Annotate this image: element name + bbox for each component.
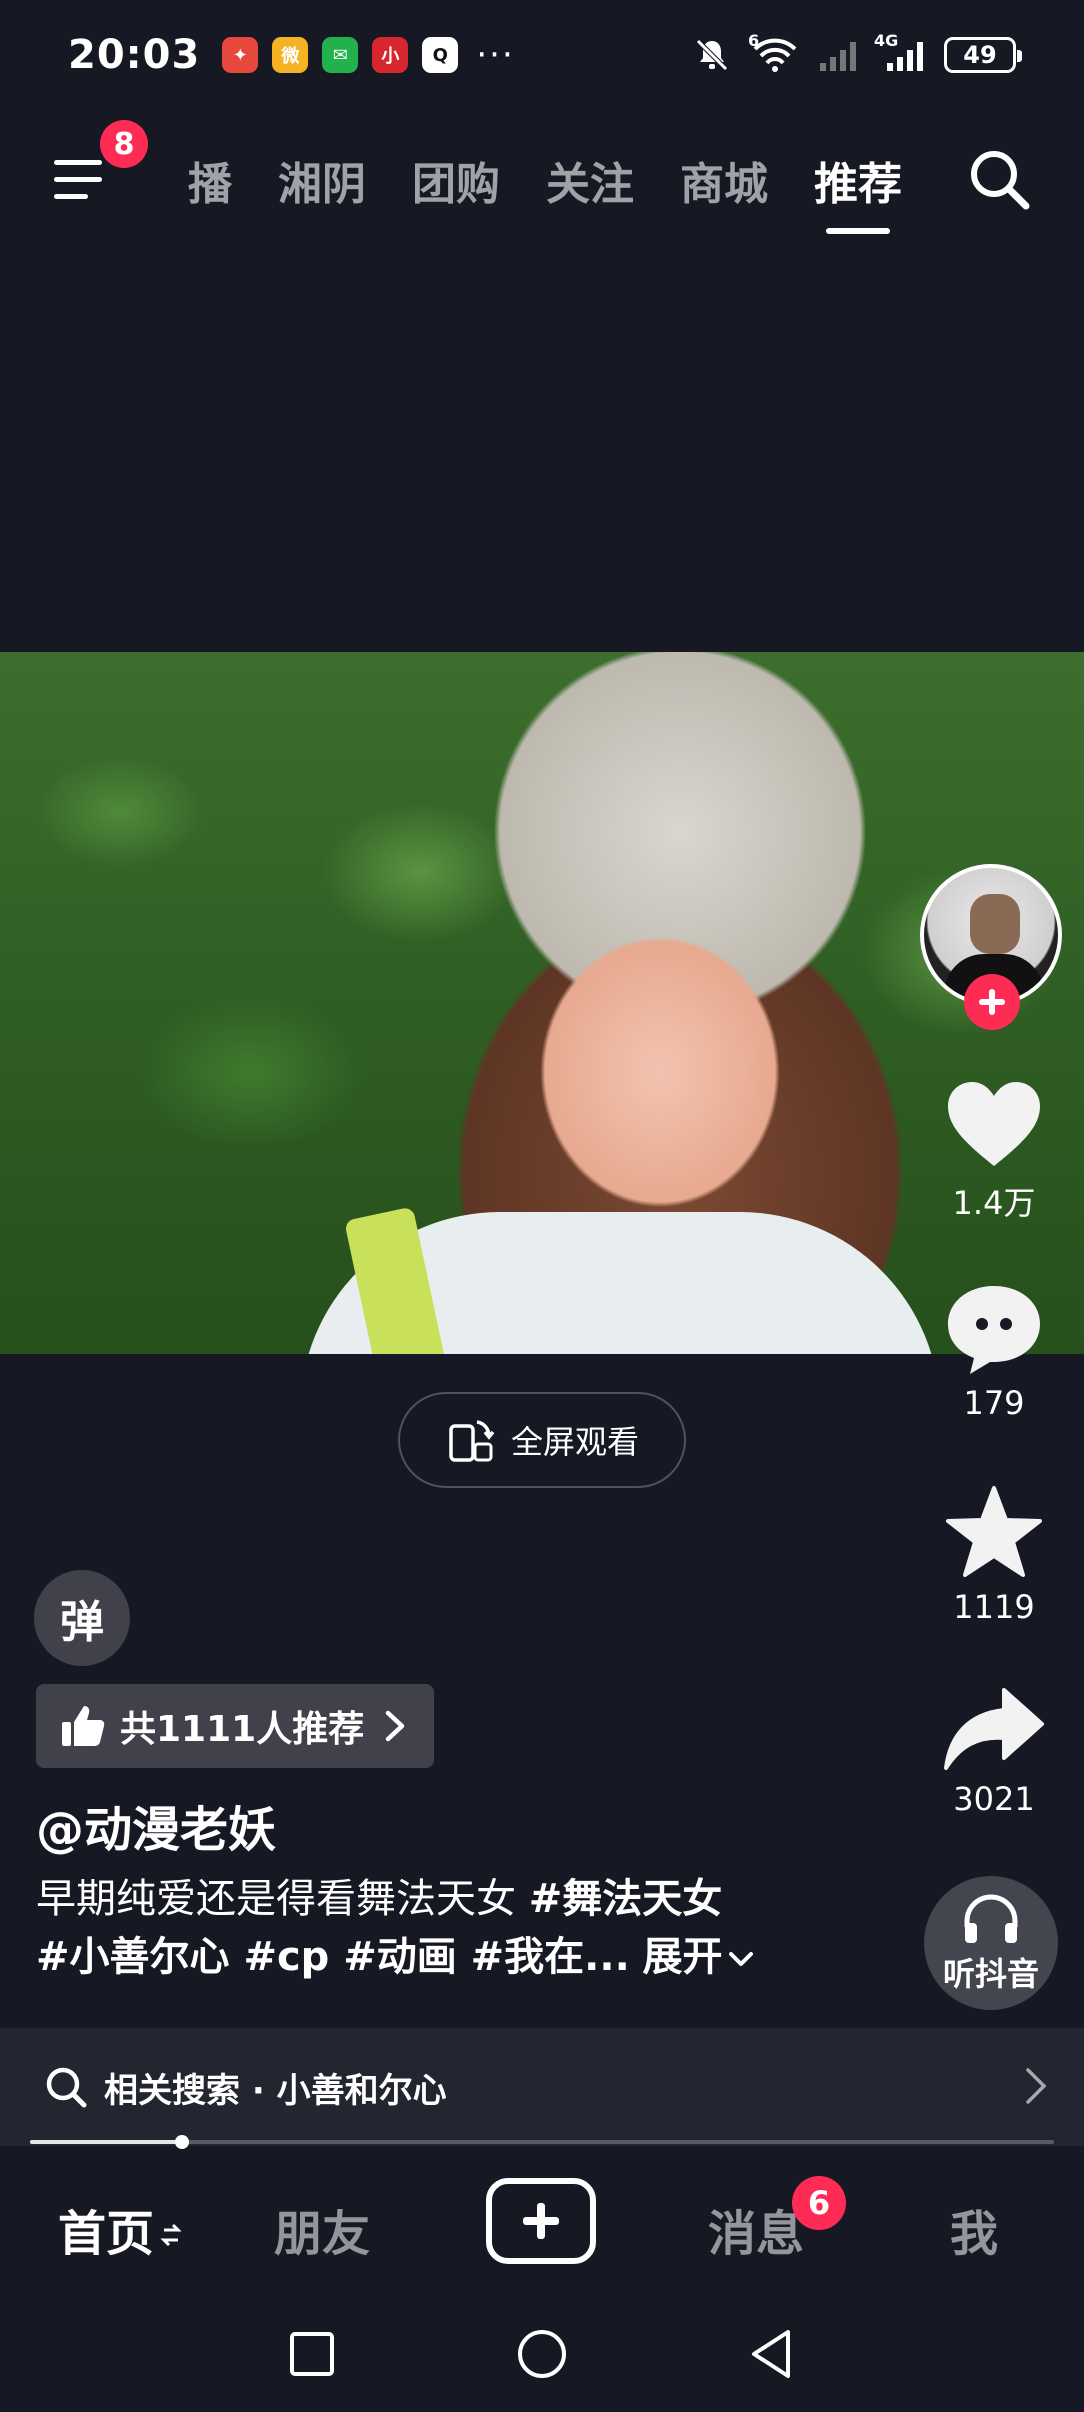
recent-apps-icon[interactable] bbox=[282, 2324, 342, 2384]
qq-icon: Q bbox=[422, 37, 459, 73]
fullscreen-label: 全屏观看 bbox=[510, 1423, 639, 1461]
status-more-icon: ··· bbox=[476, 35, 515, 75]
swap-arrows-icon bbox=[160, 2223, 182, 2247]
hashtags-line[interactable]: #小善尔心 #cp #动画 #我在... bbox=[36, 1934, 630, 1980]
network-type-label: 4G bbox=[874, 31, 899, 50]
wifi-icon: 6 bbox=[748, 31, 802, 75]
recommend-pill[interactable]: 共1111人推荐 bbox=[36, 1684, 434, 1768]
listen-douyin-button[interactable]: 听抖音 bbox=[924, 1876, 1058, 2010]
chevron-right-icon bbox=[1026, 2068, 1047, 2104]
recommend-label: 共1111人推荐 bbox=[120, 1709, 365, 1750]
channel-tabs: 直播 湘阴 团购 关注 商城 推荐 bbox=[150, 148, 902, 234]
plus-icon bbox=[523, 2203, 559, 2239]
danmu-toggle-button[interactable]: 弹 bbox=[34, 1570, 130, 1666]
back-triangle-icon[interactable] bbox=[742, 2324, 802, 2384]
share-arrow-icon bbox=[944, 1688, 1044, 1770]
progress-handle[interactable] bbox=[174, 2135, 189, 2149]
nav-friends[interactable]: 朋友 bbox=[274, 2194, 370, 2264]
author-name[interactable]: @动漫老妖 bbox=[36, 1790, 276, 1860]
comment-count: 179 bbox=[963, 1384, 1025, 1422]
related-search-bar[interactable]: 相关搜索 · 小善和尔心 bbox=[0, 2028, 1084, 2146]
nav-home-label: 首页 bbox=[58, 2206, 155, 2262]
avatar-figure-head bbox=[970, 894, 1020, 954]
like-count: 1.4万 bbox=[952, 1184, 1036, 1222]
nav-messages[interactable]: 消息 bbox=[708, 2194, 804, 2264]
thumbs-up-icon bbox=[62, 1706, 105, 1746]
tab-mall[interactable]: 商城 bbox=[680, 148, 768, 212]
bottom-navigation: 首页 朋友 消息 6 我 bbox=[0, 2156, 1084, 2296]
tab-recommend[interactable]: 推荐 bbox=[814, 148, 902, 234]
related-search-label: 相关搜索 · 小善和尔心 bbox=[104, 2070, 447, 2111]
expand-label[interactable]: 展开 bbox=[643, 1934, 723, 1980]
heart-icon bbox=[948, 1082, 1040, 1166]
wifi-label: 6 bbox=[748, 31, 760, 50]
share-button[interactable]: 3021 bbox=[924, 1686, 1064, 1818]
comment-bubble-icon bbox=[948, 1286, 1040, 1374]
favorite-button[interactable]: 1119 bbox=[924, 1484, 1064, 1626]
rotate-phone-icon bbox=[449, 1420, 495, 1462]
progress-fill bbox=[30, 2140, 182, 2144]
messages-badge: 6 bbox=[792, 2176, 846, 2230]
create-post-button[interactable] bbox=[486, 2178, 596, 2264]
status-time: 20:03 bbox=[68, 32, 201, 78]
listen-label: 听抖音 bbox=[942, 1955, 1039, 1993]
tab-following[interactable]: 关注 bbox=[546, 148, 634, 212]
mute-bell-icon bbox=[692, 35, 732, 75]
video-player[interactable] bbox=[0, 652, 1084, 1354]
signal-1-icon bbox=[818, 35, 858, 75]
share-count: 3021 bbox=[953, 1780, 1035, 1818]
description-text: 早期纯爱还是得看舞法天女 bbox=[36, 1876, 529, 1922]
top-navigation: 8 直播 湘阴 团购 关注 商城 推荐 bbox=[0, 120, 1084, 240]
weibo-icon: 微 bbox=[272, 37, 309, 73]
battery-level: 49 bbox=[963, 41, 997, 69]
plus-icon bbox=[979, 989, 1005, 1015]
tab-live[interactable]: 直播 bbox=[188, 148, 232, 212]
like-button[interactable]: 1.4万 bbox=[924, 1080, 1064, 1224]
status-bar: 20:03 ✦ 微 ✉ 小 Q ··· 6 4G 49 bbox=[0, 0, 1084, 110]
comment-button[interactable]: 179 bbox=[924, 1282, 1064, 1422]
video-progress-bar[interactable] bbox=[30, 2135, 1054, 2149]
favorite-count: 1119 bbox=[953, 1588, 1035, 1626]
system-navigation-bar bbox=[0, 2296, 1084, 2412]
search-icon bbox=[46, 2067, 87, 2108]
danmu-label: 弹 bbox=[60, 1597, 104, 1648]
follow-button[interactable] bbox=[964, 974, 1020, 1030]
headphones-icon bbox=[964, 1894, 1018, 1943]
nav-home[interactable]: 首页 bbox=[58, 2194, 182, 2264]
video-description[interactable]: 早期纯爱还是得看舞法天女 #舞法天女 #小善尔心 #cp #动画 #我在... … bbox=[36, 1870, 856, 1986]
app-red2-icon: 小 bbox=[372, 37, 409, 73]
fullscreen-button[interactable]: 全屏观看 bbox=[398, 1392, 686, 1488]
star-icon bbox=[946, 1486, 1042, 1577]
hashtag[interactable]: #舞法天女 bbox=[529, 1876, 723, 1922]
signal-2-icon: 4G bbox=[874, 31, 928, 75]
chevron-right-icon bbox=[385, 1710, 405, 1742]
wechat-icon: ✉ bbox=[322, 37, 359, 73]
status-app-icons: ✦ 微 ✉ 小 Q bbox=[222, 37, 459, 73]
battery-indicator: 49 bbox=[944, 37, 1022, 73]
search-icon bbox=[971, 151, 1030, 210]
tab-local[interactable]: 湘阴 bbox=[278, 148, 366, 212]
tab-group-buy[interactable]: 团购 bbox=[412, 148, 500, 212]
app-red-icon: ✦ bbox=[222, 37, 259, 73]
home-circle-icon[interactable] bbox=[512, 2324, 572, 2384]
chevron-down-icon[interactable] bbox=[727, 1948, 755, 1970]
menu-button[interactable] bbox=[50, 150, 110, 210]
search-button[interactable] bbox=[964, 144, 1036, 216]
menu-notification-badge: 8 bbox=[100, 120, 148, 168]
nav-me[interactable]: 我 bbox=[950, 2194, 998, 2264]
